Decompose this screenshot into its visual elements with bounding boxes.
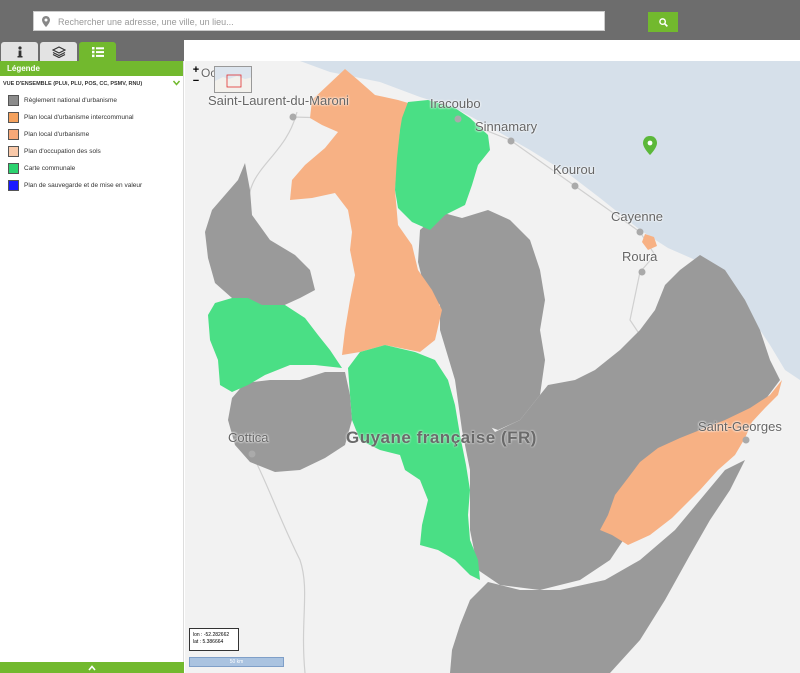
overview-map[interactable] [214,66,252,93]
tab-info[interactable] [1,42,38,61]
place-label-saint-georges: Saint-Georges [698,419,782,434]
legend-item: Carte communale [0,160,183,177]
place-label-kourou: Kourou [553,162,595,177]
search-icon [658,17,668,27]
legend-item: Règlement national d'urbanisme [0,92,183,109]
coordinates-readout: lon : -52.282662 lat : 5.386664 [189,628,239,651]
scale-bar: 50 km [189,657,284,667]
legend-item-label: Carte communale [24,165,76,172]
panel-collapse-button[interactable] [0,662,184,673]
legend-item: Plan de sauvegarde et de mise en valeur [0,177,183,194]
legend-swatch [8,129,19,140]
legend-list: Règlement national d'urbanisme Plan local… [0,92,183,194]
tab-layers[interactable] [40,42,77,61]
region-label: Guyane française (FR) [346,428,537,447]
map-canvas[interactable] [185,61,800,673]
legend-item-label: Plan de sauvegarde et de mise en valeur [24,182,143,189]
layers-icon [51,45,66,58]
overview-map-image [215,74,251,92]
place-label-cayenne: Cayenne [611,209,664,224]
chevron-down-icon[interactable] [173,80,180,86]
legend-item-label: Plan local d'urbanisme [24,131,90,138]
legend-item: Plan local d'urbanisme [0,126,183,143]
place-label-sinnamary: Sinnamary [475,119,538,134]
legend-section-header[interactable]: VUE D'ENSEMBLE (PLUi, PLU, POS, CC, PSMV… [0,76,183,92]
zoom-out-button[interactable]: − [191,76,201,87]
longitude-readout: lon : -52.282662 [193,632,230,638]
tab-legend[interactable] [79,42,116,61]
place-label-saint-laurent-du-maroni: Saint-Laurent-du-Maroni [208,93,349,108]
place-label-roura: Roura [622,249,658,264]
legend-swatch [8,95,19,106]
search-button[interactable] [648,12,678,32]
legend-panel: Légende VUE D'ENSEMBLE (PLUi, PLU, POS, … [0,61,184,662]
legend-swatch [8,163,19,174]
legend-item: Plan local d'urbanisme intercommunal [0,109,183,126]
info-icon [17,45,22,57]
legend-section-title: VUE D'ENSEMBLE (PLUi, PLU, POS, CC, PSMV… [3,81,143,87]
place-label-iracoubo: Iracoubo [430,96,481,111]
legend-swatch [8,146,19,157]
legend-swatch [8,112,19,123]
search-input[interactable] [58,14,598,29]
zoom-controls: + − [191,65,201,87]
legend-title: Légende [0,61,183,76]
legend-list-icon [91,46,104,57]
legend-item-label: Plan d'occupation des sols [24,148,101,155]
place-label-cottica: Cottica [228,430,269,445]
legend-item: Plan d'occupation des sols [0,143,183,160]
top-bar [0,0,800,40]
legend-swatch [8,180,19,191]
map-view[interactable]: Saint-Laurent-du-Maroni Iracoubo Sinnama… [185,61,800,673]
legend-item-label: Règlement national d'urbanisme [24,97,118,104]
latitude-readout: lat : 5.386664 [193,639,224,645]
chevron-up-icon [88,664,96,671]
search-box[interactable] [33,11,605,31]
location-pin-icon [42,16,50,27]
legend-item-label: Plan local d'urbanisme intercommunal [24,114,134,121]
panel-tabs [0,40,184,61]
